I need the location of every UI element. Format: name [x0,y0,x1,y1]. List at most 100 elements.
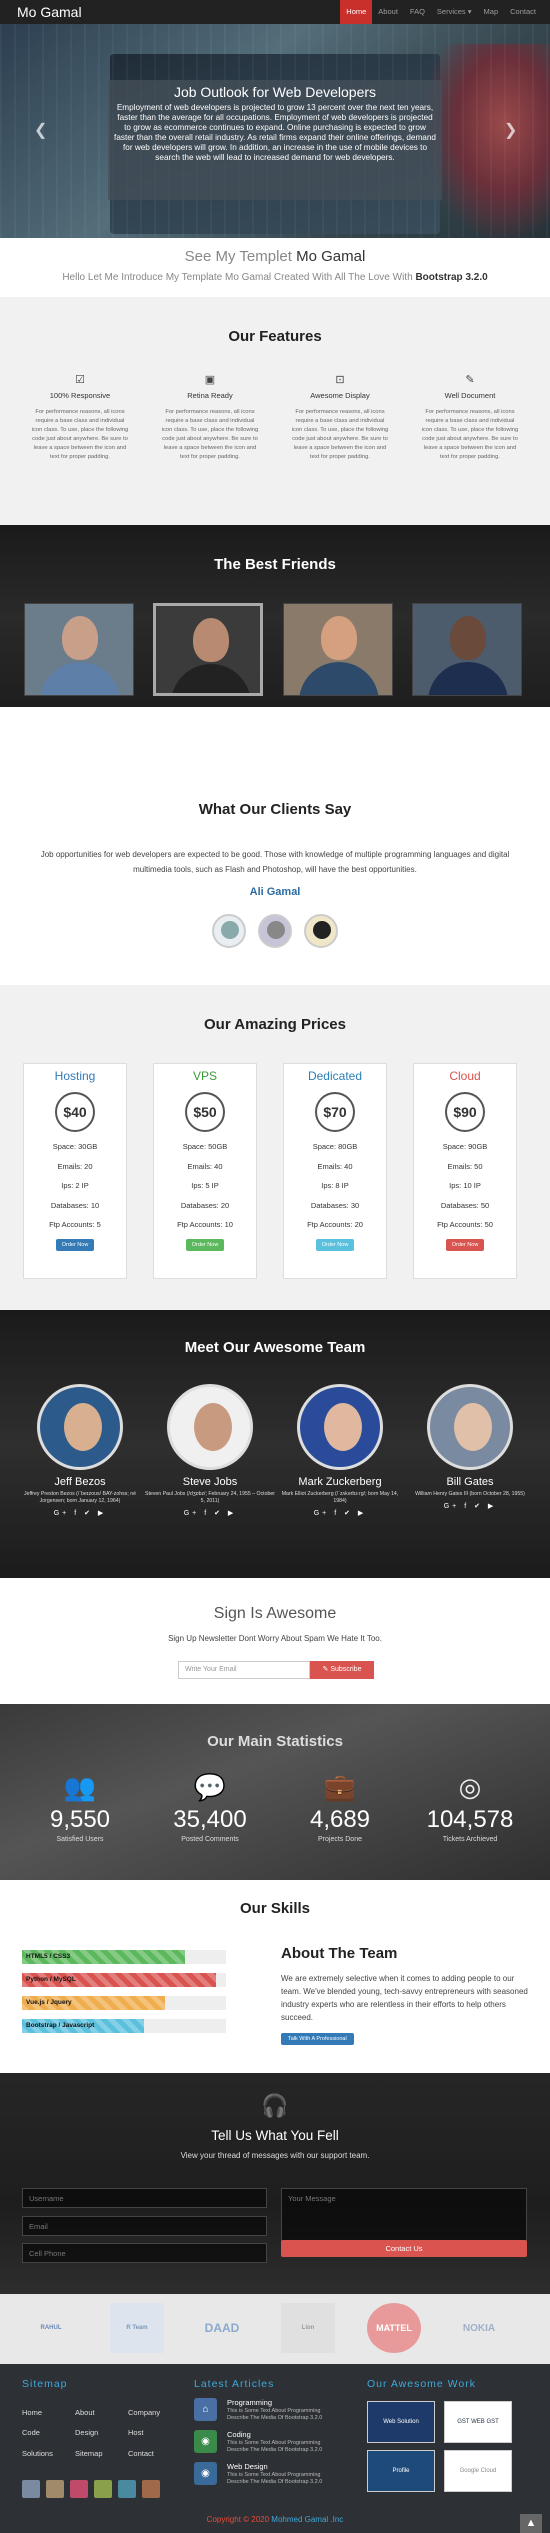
sitemap-link[interactable]: Sitemap [75,2449,103,2458]
sitemap-link[interactable]: Contact [128,2449,154,2458]
sitemap-link[interactable]: Solutions [22,2449,53,2458]
message-textarea[interactable]: Your Message [281,2188,527,2248]
team-member: Jeff Bezos Jeffrey Preston Bezos (/ˈbeɪz… [15,1384,145,1517]
nav-contact[interactable]: Contact [504,0,542,24]
headphones-icon: 🎧 [261,2093,289,2118]
client-avatar[interactable] [304,914,338,948]
client-name: Ali Gamal [249,886,301,898]
stat-item: 💬 35,400 Posted Comments [150,1772,270,1843]
social-square-icon[interactable] [70,2480,88,2498]
image-icon: ▣ [204,374,216,386]
email-input[interactable]: Write Your Email [178,1661,310,1679]
team-member: Steve Jobs Steven Paul Jobs (/dʒɒbz/; Fe… [145,1384,275,1517]
client-avatar[interactable] [212,914,246,948]
edit-icon: ✎ [465,374,475,386]
carousel-prev-icon[interactable]: ❮ [34,120,47,140]
feature-item: ▣ Retina Ready For performance reasons, … [161,374,259,460]
work-thumb[interactable]: GST WEB GST [444,2401,512,2443]
nav-map[interactable]: Map [478,0,505,24]
briefcase-icon: 💼 [323,1772,357,1802]
phone-input[interactable]: Cell Phone [22,2243,267,2263]
social-icons[interactable]: G+ f ✔ ▶ [145,1509,275,1517]
hero-text: Employment of web developers is projecte… [114,103,436,162]
social-square-icon[interactable] [22,2480,40,2498]
copyright: Copyright © 2020 Mohmed Gamal .Inc [206,2515,344,2524]
order-button[interactable]: Order Now [55,1238,95,1251]
skills-title: Our Skills [239,1900,311,1917]
sitemap-title: Sitemap [22,2378,68,2390]
friend-photo[interactable] [24,603,134,696]
partner-logo: DAAD [204,2321,240,2335]
nav-about[interactable]: About [372,0,404,24]
skill-bar: Vue.js / Jquery [22,1996,226,2010]
contact-title: Tell Us What You Fell [211,2128,339,2143]
skill-bar: Python / MySQL [22,1973,226,1987]
friend-photo[interactable] [412,603,522,696]
work-thumb[interactable]: Google Cloud [444,2450,512,2492]
screenshot-icon: ⊡ [335,374,345,386]
navbar: Mo Gamal Home About FAQ Services ▾ Map C… [0,0,550,24]
about-text: We are extremely selective when it comes… [281,1974,528,2022]
carousel-next-icon[interactable]: ❯ [504,120,517,140]
friend-photo[interactable] [283,603,393,696]
subscribe-button[interactable]: ✎ Subscribe [310,1661,374,1679]
about-title: About The Team [281,1945,398,1962]
nav-services[interactable]: Services ▾ [431,0,478,24]
social-square-icon[interactable] [46,2480,64,2498]
stat-item: 👥 9,550 Satisfied Users [20,1772,140,1843]
client-avatar[interactable] [258,914,292,948]
friend-photo[interactable] [153,603,263,696]
talk-button[interactable]: Talk With A Professional [281,2033,354,2045]
team-member: Mark Zuckerberg Mark Elliot Zuckerberg (… [275,1384,405,1517]
contact-button[interactable]: Contact Us [281,2240,527,2257]
social-square-icon[interactable] [142,2480,160,2498]
social-icons[interactable]: G+ f ✔ ▶ [15,1509,145,1517]
sitemap-link[interactable]: Design [75,2428,98,2437]
brand-logo[interactable]: Mo Gamal [17,4,82,20]
globe-icon: ◉ [194,2430,217,2453]
signup-subtitle: Sign Up Newsletter Dont Worry About Spam… [168,1634,382,1643]
work-thumb[interactable]: Web Solution [367,2401,435,2443]
sitemap-link[interactable]: Code [22,2428,40,2437]
nav-home[interactable]: Home [340,0,373,24]
clients-title: What Our Clients Say [198,801,352,818]
social-icons[interactable]: G+ f ✔ ▶ [275,1509,405,1517]
order-button[interactable]: Order Now [445,1238,485,1251]
nav-links: Home About FAQ Services ▾ Map Contact [340,0,542,24]
skill-bar: Bootstrap / Javascript [22,2019,226,2033]
sitemap-link[interactable]: Host [128,2428,143,2437]
back-to-top-icon[interactable]: ▲ [520,2514,542,2533]
team-title: Meet Our Awesome Team [184,1339,366,1356]
pricing-card: Hosting $40 Space: 30GB Emails: 20 Ips: 2 … [23,1063,127,1279]
username-input[interactable]: Username [22,2188,267,2208]
social-square-icon[interactable] [94,2480,112,2498]
sitemap-link[interactable]: Home [22,2408,42,2417]
partner-logo: NOKIA [462,2322,496,2334]
signup-title: Sign Is Awesome [213,1605,337,1622]
pricing-card: Dedicated $70 Space: 80GB Emails: 40 Ips: … [283,1063,387,1279]
features-title: Our Features [228,328,322,345]
partner-logo: RAHUL [40,2325,62,2331]
sitemap-link[interactable]: About [75,2408,95,2417]
home-icon: ⌂ [194,2398,217,2421]
order-button[interactable]: Order Now [315,1238,355,1251]
sitemap-link[interactable]: Company [128,2408,160,2417]
partner-logo: Lion [281,2303,335,2353]
work-title: Our Awesome Work [367,2378,476,2390]
pricing-card: VPS $50 Space: 50GB Emails: 40 Ips: 5 IP Da… [153,1063,257,1279]
friends-title: The Best Friends [214,556,336,573]
stat-item: 💼 4,689 Projects Done [280,1772,400,1843]
stat-item: ◎ 104,578 Tickets Archieved [410,1772,530,1843]
nav-faq[interactable]: FAQ [404,0,431,24]
email-input[interactable]: Email [22,2216,267,2236]
lifebuoy-icon: ◎ [458,1772,482,1802]
avatar [427,1384,513,1470]
work-thumb[interactable]: Profile [367,2450,435,2492]
social-square-icon[interactable] [118,2480,136,2498]
globe-icon: ◉ [194,2462,217,2485]
users-icon: 👥 [63,1772,97,1802]
pricing-title: Our Amazing Prices [204,1016,346,1033]
feature-item: ✎ Well Document For performance reasons,… [421,374,519,460]
order-button[interactable]: Order Now [185,1238,225,1251]
social-icons[interactable]: G+ f ✔ ▶ [405,1502,535,1510]
